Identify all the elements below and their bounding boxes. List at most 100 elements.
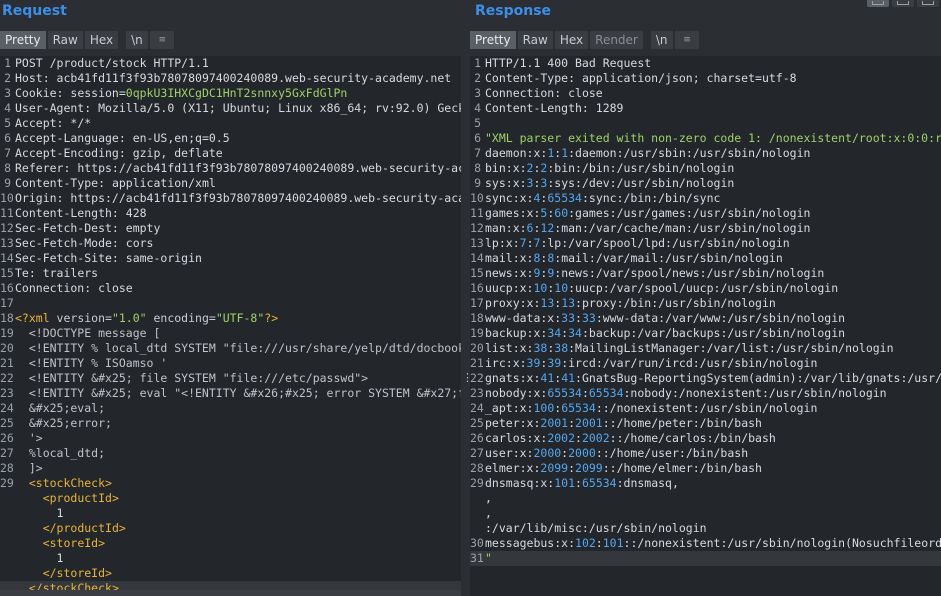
request-title: Request — [2, 3, 67, 19]
request-tab-pretty[interactable]: Pretty — [0, 31, 46, 49]
line-content: man:x:6:12:man:/var/cache/man:/usr/sbin/… — [485, 221, 810, 236]
code-line: 25 peter:x:2001:2001::/home/peter:/bin/ba… — [470, 416, 941, 431]
code-line: 8 Referer: https://acb41fd11f3f93b7807809… — [0, 161, 461, 176]
response-tab-raw[interactable]: Raw — [517, 31, 553, 49]
line-content: 1 — [15, 506, 64, 521]
response-menu-button[interactable]: ≡ — [674, 31, 699, 49]
code-line: <productId> — [0, 491, 461, 506]
response-tab-pretty[interactable]: Pretty — [470, 31, 516, 49]
token: 41 — [540, 371, 555, 385]
layout-stacked-button[interactable] — [892, 0, 914, 7]
line-number: 28 — [0, 461, 14, 475]
token: gnats:x: — [485, 371, 541, 385]
token: backup:x: — [485, 326, 548, 340]
token: 65534 — [588, 386, 624, 400]
token: <!DOCTYPE message [ — [15, 326, 161, 340]
token: 65534 — [561, 401, 596, 415]
token: peter:x: — [485, 416, 541, 430]
layout-side-by-side-button[interactable] — [867, 0, 889, 7]
line-number: 8 — [474, 161, 481, 175]
tabs-icon — [922, 1, 934, 5]
code-line: 12 man:x:6:12:man:/var/cache/man:/usr/sbi… — [470, 221, 941, 236]
line-content: Content-Type: application/json; charset=… — [485, 71, 797, 86]
code-line: 21 <!ENTITY % ISOamso ' — [0, 356, 461, 371]
line-number: 23 — [470, 386, 484, 400]
line-number: 30 — [470, 536, 484, 550]
line-number: 8 — [4, 161, 11, 175]
response-newline-toggle[interactable]: \n — [650, 31, 673, 49]
token: :mail:/var/mail:/usr/sbin/nologin — [554, 251, 783, 265]
line-number: 13 — [470, 236, 484, 250]
token: Origin: — [15, 191, 71, 205]
code-line: 24 &#x25;eval; — [0, 401, 461, 416]
token: :games:/usr/games:/usr/sbin/nologin — [568, 206, 811, 220]
code-line: 21 irc:x:39:39:ircd:/var/run/ircd:/usr/sb… — [470, 356, 941, 371]
response-tab-render[interactable]: Render — [590, 31, 643, 49]
token: :dnsmasq, — [616, 476, 679, 490]
token: "1.0" — [111, 311, 147, 325]
line-content: _apt:x:100:65534::/nonexistent:/usr/sbin… — [485, 401, 817, 416]
line-number: 27 — [470, 446, 484, 460]
line-number: 24 — [0, 401, 14, 415]
line-content: user:x:2000:2000::/home/user:/bin/bash — [485, 446, 748, 461]
line-content: mail:x:8:8:mail:/var/mail:/usr/sbin/nolo… — [485, 251, 783, 266]
token: 2001 — [575, 416, 603, 430]
line-content: '> — [15, 431, 43, 446]
code-line: 30 messagebus:x:102:101::/nonexistent:/us… — [470, 536, 941, 551]
code-line: 1 POST /product/stock HTTP/1.1 — [0, 56, 461, 71]
code-line: 29 dnsmasq:x:101:65534:dnsmasq, — [470, 476, 941, 491]
response-editor[interactable]: 1 HTTP/1.1 400 Bad Request 2 Content-Type: … — [470, 56, 941, 596]
token: : — [581, 386, 589, 400]
code-line: , — [470, 491, 941, 506]
token: same-origin — [125, 251, 202, 265]
token: <stockCheck> — [28, 476, 112, 490]
code-line: 25 &#x25;error; — [0, 416, 461, 431]
token: news:x: — [485, 266, 534, 280]
response-tab-hex[interactable]: Hex — [554, 31, 589, 49]
token: Sec-Fetch-Mode: — [15, 236, 126, 250]
code-line: 27 %local_dtd; — [0, 446, 461, 461]
token: <!ENTITY % ISOamso ' — [15, 356, 168, 370]
token: HTTP/1.1 400 Bad Request — [485, 56, 652, 70]
line-content: &#x25;error; — [15, 416, 112, 431]
code-line: </storeId> — [0, 566, 461, 581]
token: 65534 — [581, 476, 617, 490]
line-number: 6 — [4, 131, 11, 145]
line-content: Sec-Fetch-Mode: cors — [15, 236, 153, 251]
request-tab-hex[interactable]: Hex — [84, 31, 119, 49]
line-content: gnats:x:41:41:GnatsBug-ReportingSystem(a… — [485, 371, 941, 386]
token: <!ENTITY &#x25; file SYSTEM "file:///etc… — [15, 371, 369, 385]
request-menu-button[interactable]: ≡ — [149, 31, 174, 49]
code-line: 19 backup:x:34:34:backup:/var/backups:/us… — [470, 326, 941, 341]
token: acb41fd11f3f93b78078097400240089.web-sec… — [56, 71, 452, 85]
line-number: 24 — [470, 401, 484, 415]
token: Host: — [15, 71, 57, 85]
line-number: 27 — [0, 446, 14, 460]
request-editor[interactable]: 1 POST /product/stock HTTP/1.1 2 Host: acb4… — [0, 56, 461, 596]
token: :bin:/bin:/usr/sbin/nologin — [547, 161, 735, 175]
line-number: 14 — [0, 251, 14, 265]
token: :proxy:/bin:/usr/sbin/nologin — [575, 296, 776, 310]
token: 2000 — [533, 446, 562, 460]
line-content: uucp:x:10:10:uucp:/var/spool/uucp:/usr/s… — [485, 281, 838, 296]
request-horizontal-scrollbar[interactable] — [0, 590, 461, 596]
line-number: 14 — [470, 251, 484, 265]
line-content: Referer: https://acb41fd11f3f93b78078097… — [15, 161, 461, 176]
request-newline-toggle[interactable]: \n — [126, 31, 148, 49]
request-tab-raw[interactable]: Raw — [47, 31, 83, 49]
line-number: 4 — [474, 101, 481, 115]
token: encoding= — [146, 311, 216, 325]
token: Accept: — [15, 116, 71, 130]
token: </productId> — [42, 521, 126, 535]
pane-splitter[interactable]: ⋮ — [461, 0, 473, 596]
token: 1 — [15, 506, 64, 520]
token: https://acb41fd11f3f93b78078097400240089… — [77, 161, 461, 175]
line-number: 9 — [474, 176, 481, 190]
layout-tabs-button[interactable] — [917, 0, 939, 7]
token: daemon:x: — [485, 146, 548, 160]
code-line: 17 proxy:x:13:13:proxy:/bin:/usr/sbin/nol… — [470, 296, 941, 311]
token: cors — [125, 236, 154, 250]
line-number: 22 — [470, 371, 484, 385]
token: close — [98, 281, 133, 295]
